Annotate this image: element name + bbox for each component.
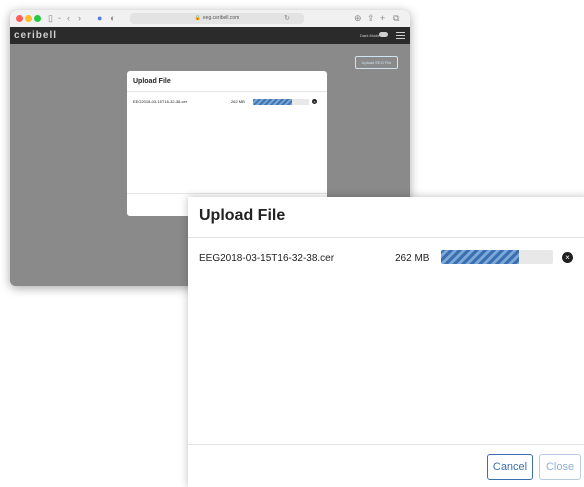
file-size: 262 MB <box>395 253 430 264</box>
progress-fill <box>253 99 293 105</box>
close-button[interactable]: Close <box>539 454 581 480</box>
download-icon[interactable]: ⊕ <box>354 11 362 25</box>
address-bar[interactable]: 🔒 eeg.ceribell.com ↻ <box>130 13 304 24</box>
ceribell-logo: ceribell <box>14 30 58 41</box>
file-name: EEG2018-03-15T16-32-38.cer <box>199 253 335 264</box>
upload-file-dialog-zoomed: Upload File EEG2018-03-15T16-32-38.cer 2… <box>188 197 584 487</box>
extension-icon[interactable]: ● <box>97 11 102 25</box>
divider <box>188 444 584 445</box>
minimize-window-button[interactable] <box>25 15 32 22</box>
zoom-window-button[interactable] <box>34 15 41 22</box>
reload-icon[interactable]: ↻ <box>284 13 290 24</box>
url-text: eeg.ceribell.com <box>202 15 240 21</box>
hamburger-menu-icon[interactable] <box>396 32 405 40</box>
progress-fill <box>441 250 520 264</box>
upload-progress-bar <box>441 250 553 264</box>
dark-mode-label: Dark Mode <box>360 33 380 38</box>
forward-icon[interactable]: › <box>78 11 81 25</box>
lock-icon: 🔒 <box>194 15 201 21</box>
upload-progress-bar <box>253 99 309 105</box>
tabs-overview-icon[interactable]: ⧉ <box>393 11 399 25</box>
new-tab-icon[interactable]: + <box>380 11 385 25</box>
dark-mode-toggle[interactable] <box>379 32 388 37</box>
browser-toolbar: ▯ ⌄ ‹ › ● ◐ 🔒 eeg.ceribell.com ↻ ⊕ ⇪ + ⧉ <box>10 10 410 28</box>
remove-file-icon[interactable]: × <box>562 252 573 263</box>
cancel-button[interactable]: Cancel <box>487 454 533 480</box>
close-window-button[interactable] <box>16 15 23 22</box>
upload-file-dialog-small: Upload File EEG2018-03-15T16-32-38.cer 2… <box>127 71 327 216</box>
chevron-down-icon[interactable]: ⌄ <box>57 11 62 25</box>
dialog-title: Upload File <box>133 78 171 85</box>
divider <box>127 193 327 194</box>
file-size: 262 MB <box>231 99 245 104</box>
privacy-icon[interactable]: ◐ <box>110 11 115 25</box>
app-header: ceribell Dark Mode <box>10 27 410 44</box>
file-name: EEG2018-03-15T16-32-38.cer <box>133 99 188 104</box>
upload-eeg-file-button[interactable]: Upload EEG File <box>355 56 398 69</box>
dialog-title: Upload File <box>199 207 286 224</box>
share-icon[interactable]: ⇪ <box>367 11 375 25</box>
back-icon[interactable]: ‹ <box>67 11 70 25</box>
divider <box>127 91 327 92</box>
sidebar-icon[interactable]: ▯ <box>48 11 53 25</box>
divider <box>188 237 584 238</box>
remove-file-icon[interactable]: × <box>312 99 317 104</box>
